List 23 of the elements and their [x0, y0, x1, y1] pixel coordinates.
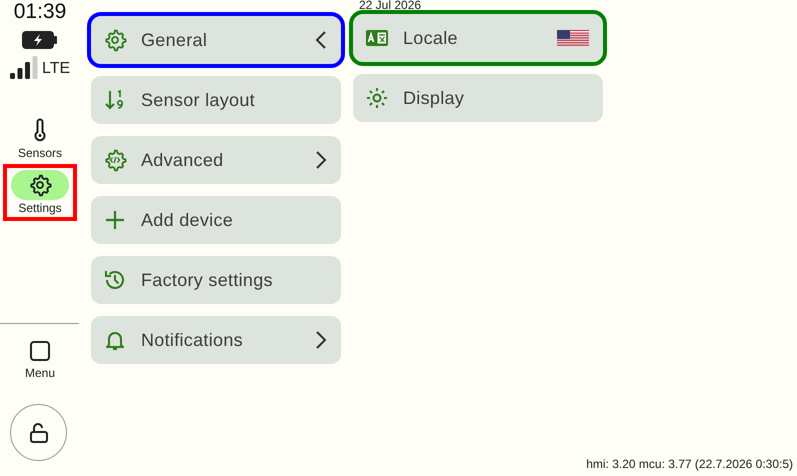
menu-item[interactable]: Add device — [91, 196, 341, 244]
menu-item[interactable]: Locale — [353, 14, 603, 62]
clock-time: 01:39 — [14, 0, 66, 24]
menu-item[interactable]: Advanced — [91, 136, 341, 184]
lock-button[interactable] — [10, 404, 67, 461]
menu-item[interactable]: Notifications — [91, 316, 341, 364]
signal-icon — [10, 55, 38, 79]
history-icon — [103, 268, 127, 292]
menu-button[interactable]: Menu — [17, 340, 63, 380]
square-icon — [29, 340, 51, 362]
menu-item[interactable]: Display — [353, 74, 603, 122]
gear-icon — [103, 28, 127, 52]
date-label: 22 Jul 2026 — [359, 0, 422, 14]
nav-item[interactable]: Sensors — [7, 113, 73, 162]
plus-icon — [103, 208, 127, 232]
gear-icon — [28, 173, 52, 197]
code-gear-icon — [103, 148, 127, 172]
version-text: hmi: 3.20 mcu: 3.77 (22.7.2026 0:30:5) — [586, 456, 793, 473]
sun-icon — [365, 86, 389, 110]
menu-item[interactable]: General — [91, 16, 341, 64]
menu-item[interactable]: Sensor layout — [91, 76, 341, 124]
network-type: LTE — [42, 59, 70, 79]
menu-item[interactable]: Factory settings — [91, 256, 341, 304]
